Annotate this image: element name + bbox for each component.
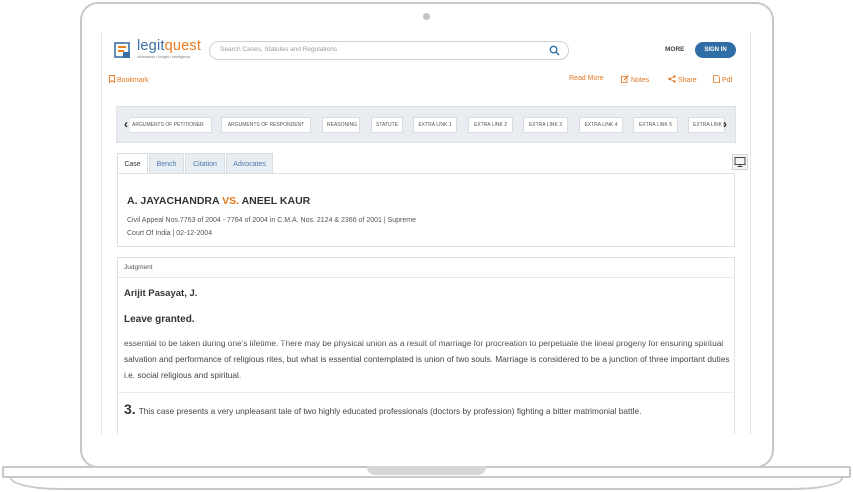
read-more-link[interactable]: Read More (569, 75, 604, 82)
search-icon[interactable] (549, 45, 560, 56)
section-links-strip: ‹ ARGUMENTS OF PETITIONER ARGUMENTS OF R… (116, 106, 736, 143)
more-menu[interactable]: MORE (665, 46, 685, 53)
section-link[interactable]: ARGUMENTS OF PETITIONER (130, 117, 212, 133)
pdf-icon (713, 75, 720, 83)
notes-label: Notes (630, 77, 650, 84)
judgment-panel: Judgment Arijit Pasayat, J. Leave grante… (117, 257, 735, 434)
section-link[interactable]: EXTRA LINK 3 (523, 117, 568, 133)
share-label: Share (677, 77, 697, 84)
top-bar: legitquest Information • Insight • Intel… (102, 32, 750, 68)
monitor-icon[interactable] (732, 154, 748, 170)
monitor-glyph (734, 157, 746, 167)
edit-icon (621, 75, 629, 83)
section-link[interactable]: EXTRA LINK 2 (468, 117, 513, 133)
tab-bench[interactable]: Bench (149, 153, 184, 174)
section-link[interactable]: STATUTE (371, 117, 403, 133)
case-summary: A. JAYACHANDRA VS. ANEEL KAUR Civil Appe… (117, 173, 735, 247)
case-title: A. JAYACHANDRA VS. ANEEL KAUR (127, 195, 311, 207)
section-link[interactable]: EXTRA LINK 5 (633, 117, 678, 133)
paragraph-3: 3. This case presents a very unpleasant t… (124, 401, 730, 417)
bookmark-label: Bookmark (116, 77, 149, 84)
pdf-button[interactable]: Pdf (713, 75, 732, 84)
sign-in-button[interactable]: SIGN IN (695, 42, 736, 58)
share-button[interactable]: Share (668, 75, 697, 84)
tab-advocates[interactable]: Advocates (226, 153, 273, 174)
section-link[interactable]: EXTRA LINK 6 (688, 117, 725, 133)
section-link[interactable]: REASONING (322, 117, 360, 133)
leave-granted: Leave granted. (124, 314, 195, 325)
logo[interactable]: legitquest Information • Insight • Intel… (114, 38, 204, 63)
logo-text: legitquest (137, 38, 202, 54)
logo-icon (114, 42, 130, 58)
judge-name: Arijit Pasayat, J. (124, 288, 198, 299)
laptop-notch (367, 466, 486, 475)
laptop-base-bottom (10, 478, 843, 490)
tab-case[interactable]: Case (117, 153, 148, 174)
camera-dot (423, 13, 430, 20)
judgment-heading: Judgment (118, 258, 734, 278)
section-link[interactable]: EXTRA LINK 4 (579, 117, 623, 133)
paragraph-number: 3. (124, 401, 136, 417)
search-placeholder: Search Cases, Statutes and Regulations (220, 46, 338, 53)
screen: legitquest Information • Insight • Intel… (101, 32, 751, 434)
tab-citation[interactable]: Citation (185, 153, 225, 174)
section-link[interactable]: EXTRA LINK 1 (413, 117, 457, 133)
paragraph-fade (124, 336, 730, 344)
action-bar: Bookmark Read More Notes Share Pdf (102, 72, 750, 88)
share-icon (668, 75, 676, 83)
pdf-label: Pdf (721, 77, 733, 84)
divider (118, 392, 734, 393)
chevron-right-icon[interactable]: › (723, 117, 727, 131)
logo-tagline: Information • Insight • Intelligence (137, 55, 191, 59)
section-link[interactable]: ARGUMENTS OF RESPONDENT (221, 117, 311, 133)
chevron-left-icon[interactable]: ‹ (124, 117, 128, 131)
search-input[interactable]: Search Cases, Statutes and Regulations (209, 41, 569, 60)
notes-button[interactable]: Notes (621, 75, 649, 84)
case-meta: Civil Appeal Nos.7763 of 2004 - 7764 of … (127, 217, 417, 237)
bookmark-button[interactable]: Bookmark (109, 75, 148, 84)
paragraph-3-text: This case presents a very unpleasant tal… (138, 406, 642, 416)
bookmark-icon (109, 75, 115, 84)
